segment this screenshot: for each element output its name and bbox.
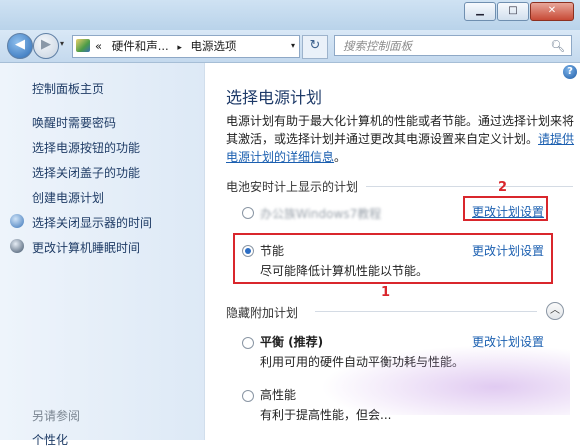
control-panel-icon (76, 39, 90, 52)
annotation-box-2 (463, 196, 548, 221)
sidebar: 控制面板主页 唤醒时需要密码 选择电源按钮的功能 选择关闭盖子的功能 创建电源计… (0, 63, 205, 447)
breadcrumb: « 硬件和声... ▸ 电源选项 (95, 36, 237, 58)
plan-radio-custom[interactable] (242, 207, 254, 219)
refresh-button[interactable]: ↻ (302, 35, 328, 59)
hidden-plans-heading: 隐藏附加计划 (226, 306, 299, 320)
window-title-bar: ▁ □ ✕ (0, 0, 580, 30)
description-end: 。 (334, 150, 347, 164)
forward-button[interactable]: ▶ (33, 33, 59, 59)
plan-radio-balanced[interactable] (242, 337, 254, 349)
plan-name-custom[interactable]: 办公族Windows7教程 (260, 205, 381, 222)
change-plan-settings-link-power-saver[interactable]: 更改计划设置 (472, 242, 544, 259)
maximize-button[interactable]: □ (497, 2, 529, 21)
collapse-chevron-icon[interactable]: ︿ (546, 302, 564, 320)
help-icon[interactable]: ? (563, 65, 577, 79)
group-divider (366, 186, 573, 187)
plan-desc-power-saver: 尽可能降低计算机性能以节能。 (260, 264, 429, 278)
page-description: 电源计划有助于最大化计算机的性能或者节能。通过选择计划来将其激活，或选择计划并通… (226, 112, 576, 166)
back-button[interactable]: ◀ (7, 33, 33, 59)
plan-radio-power-saver[interactable] (242, 245, 254, 257)
search-icon[interactable]: 🔍︎ (550, 36, 565, 56)
sleep-icon (10, 239, 24, 253)
annotation-label-2: 2 (498, 180, 508, 195)
see-also-heading: 另请参阅 (32, 409, 81, 423)
search-input[interactable]: 搜索控制面板 🔍︎ (334, 35, 572, 56)
breadcrumb-power-options[interactable]: 电源选项 (191, 39, 237, 53)
sidebar-item-create-plan[interactable]: 创建电源计划 (32, 189, 104, 206)
close-button[interactable]: ✕ (530, 2, 574, 21)
plan-name-high-performance[interactable]: 高性能 (260, 386, 296, 403)
group-divider-hidden (315, 311, 537, 312)
address-dropdown-icon[interactable]: ▾ (291, 36, 295, 56)
battery-plans-heading: 电池安时计上显示的计划 (226, 180, 359, 194)
address-bar[interactable]: « 硬件和声... ▸ 电源选项 ▾ (72, 35, 300, 58)
sidebar-item-control-panel-home[interactable]: 控制面板主页 (32, 80, 104, 97)
search-placeholder: 搜索控制面板 (343, 39, 412, 53)
minimize-button[interactable]: ▁ (464, 2, 496, 21)
recent-pages-dropdown[interactable]: ▾ (60, 39, 64, 48)
navigation-bar: ◀ ▶ ▾ « 硬件和声... ▸ 电源选项 ▾ ↻ 搜索控制面板 🔍︎ (0, 30, 580, 63)
sidebar-item-lid-close[interactable]: 选择关闭盖子的功能 (32, 164, 140, 181)
breadcrumb-overflow[interactable]: « (95, 39, 102, 53)
sidebar-item-wake-password[interactable]: 唤醒时需要密码 (32, 114, 116, 131)
page-title: 选择电源计划 (226, 88, 323, 107)
sidebar-item-sleep-time[interactable]: 更改计算机睡眠时间 (32, 239, 140, 256)
plan-radio-high-performance[interactable] (242, 390, 254, 402)
sidebar-item-power-buttons[interactable]: 选择电源按钮的功能 (32, 139, 140, 156)
window-controls: ▁ □ ✕ (463, 2, 574, 21)
plan-name-power-saver[interactable]: 节能 (260, 242, 284, 259)
description-text: 电源计划有助于最大化计算机的性能或者节能。通过选择计划来将其激活，或选择计划并通… (226, 114, 575, 146)
breadcrumb-hardware-sound[interactable]: 硬件和声... (112, 39, 169, 53)
annotation-label-1: 1 (381, 285, 391, 300)
breadcrumb-separator-icon[interactable]: ▸ (177, 43, 182, 53)
watermark-overlay (320, 345, 570, 415)
plan-name-balanced[interactable]: 平衡 (推荐) (260, 333, 323, 350)
display-icon (10, 214, 24, 228)
sidebar-item-display-off[interactable]: 选择关闭显示器的时间 (32, 214, 152, 231)
